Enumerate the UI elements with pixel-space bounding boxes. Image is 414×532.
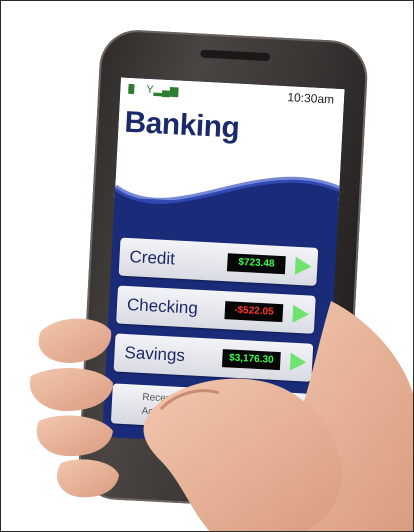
account-row-checking[interactable]: Checking -$522.05: [116, 285, 316, 334]
account-balance: $3,176.30: [221, 349, 281, 371]
account-balance: -$522.05: [224, 301, 284, 323]
app-title: Banking: [123, 105, 241, 145]
account-label: Savings: [124, 342, 186, 366]
arrow-right-icon[interactable]: [294, 256, 312, 276]
photo-frame: Y▂▄▆ 10:30am Banking Credit $723.48 Chec…: [0, 0, 414, 532]
account-balance: $723.48: [226, 253, 286, 275]
arrow-right-icon[interactable]: [292, 304, 310, 324]
phone-device: Y▂▄▆ 10:30am Banking Credit $723.48 Chec…: [76, 28, 370, 512]
search-transactions-button[interactable]: Search Transactions: [214, 388, 309, 434]
speaker-grille: [200, 49, 271, 62]
signal-icon: Y▂▄▆: [146, 83, 179, 98]
recent-activity-button[interactable]: Recent Activity: [110, 383, 205, 429]
account-label: Checking: [126, 295, 199, 318]
arrow-right-icon[interactable]: [289, 352, 307, 372]
account-row-savings[interactable]: Savings $3,176.30: [113, 333, 314, 382]
battery-icon: [128, 83, 135, 95]
account-label: Credit: [129, 247, 176, 269]
status-time: 10:30am: [287, 90, 335, 107]
phone-screen: Y▂▄▆ 10:30am Banking Credit $723.48 Chec…: [102, 77, 345, 449]
